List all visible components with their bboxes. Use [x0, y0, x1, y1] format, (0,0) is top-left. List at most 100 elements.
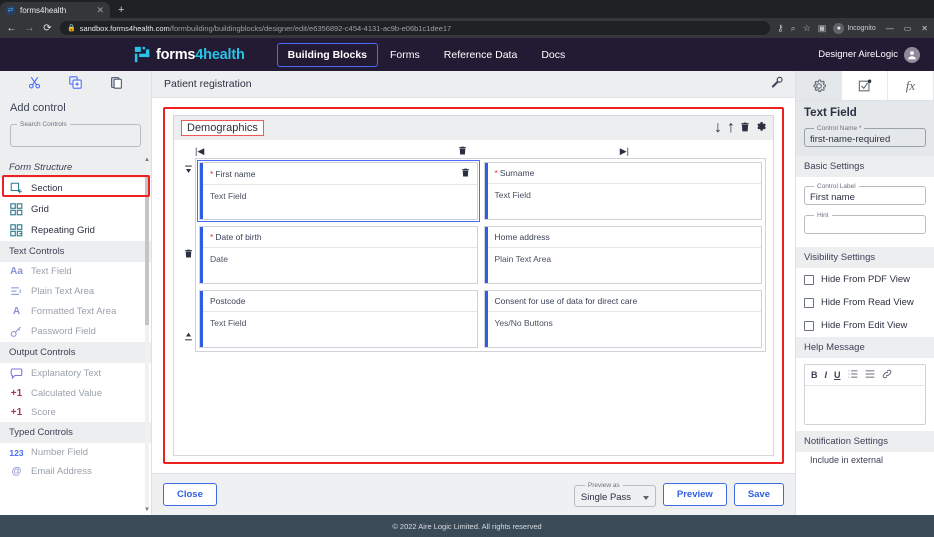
underline-icon[interactable]: U	[834, 370, 841, 380]
section-settings-icon[interactable]	[755, 119, 766, 137]
app-footer: © 2022 Aire Logic Limited. All rights re…	[0, 515, 934, 537]
forward-icon[interactable]: →	[24, 23, 35, 34]
bold-icon[interactable]: B	[811, 370, 818, 380]
checkbox-icon[interactable]	[804, 274, 814, 285]
tab-validation[interactable]	[842, 71, 888, 100]
move-up-icon[interactable]: ↑	[727, 119, 735, 137]
key-icon[interactable]: ⚷	[777, 23, 784, 34]
delete-row-icon[interactable]	[184, 245, 193, 263]
preview-button[interactable]: Preview	[662, 483, 727, 506]
help-message-editor[interactable]: B I U	[804, 364, 926, 425]
url-path: /formbuilding/buildingblocks/designer/ed…	[169, 23, 452, 33]
browser-tab[interactable]: ⇄ forms4health ✕	[0, 2, 110, 18]
cell-consent[interactable]: Consent for use of data for direct care …	[483, 290, 762, 348]
formatted-text-area-icon: A	[12, 306, 21, 317]
cut-icon[interactable]	[28, 76, 41, 94]
nav-item-docs[interactable]: Docs	[529, 44, 577, 66]
paste-icon[interactable]	[110, 76, 123, 94]
side-panel-icon[interactable]: ▣	[818, 23, 827, 34]
sidebar-item-password-field[interactable]: Password Field	[0, 321, 151, 342]
delete-control-icon[interactable]	[461, 168, 470, 179]
checkbox-hide-from-read-view[interactable]: Hide From Read View	[796, 291, 934, 314]
sidebar-item-explanatory-text[interactable]: Explanatory Text	[0, 363, 151, 384]
address-bar[interactable]: 🔒 sandbox.forms4health.com/formbuilding/…	[60, 21, 771, 35]
sidebar-scrollbar-thumb[interactable]	[145, 175, 149, 325]
delete-column-icon[interactable]	[458, 146, 467, 157]
application-window: ⇄ forms4health ✕ + ← → ⟳ 🔒 sandbox.forms…	[0, 0, 934, 537]
group-header-form-structure: Form Structure	[0, 157, 151, 178]
control-list[interactable]: Form Structure Section Grid Repeating Gr…	[0, 157, 151, 515]
cell-type: Text Field	[210, 191, 247, 201]
checkbox-icon[interactable]	[804, 297, 814, 308]
url-text: sandbox.forms4health.com/formbuilding/bu…	[80, 24, 452, 33]
italic-icon[interactable]: I	[825, 370, 828, 380]
back-icon[interactable]: ←	[6, 23, 17, 34]
zoom-icon[interactable]: ⌕	[791, 23, 796, 34]
sidebar-item-number-field[interactable]: 123 Number Field	[0, 443, 151, 462]
cell-surname[interactable]: * Surname Text Field	[483, 162, 762, 220]
checkbox-hide-from-pdf-view[interactable]: Hide From PDF View	[796, 268, 934, 291]
sidebar-item-label: Plain Text Area	[31, 286, 95, 297]
move-row-bottom-icon[interactable]	[184, 328, 193, 346]
control-name-field[interactable]: Control Name * first-name-required	[804, 125, 926, 147]
ordered-list-icon[interactable]	[848, 369, 858, 381]
nav-item-forms[interactable]: Forms	[378, 44, 432, 66]
reload-icon[interactable]: ⟳	[42, 23, 53, 34]
new-tab-icon[interactable]: +	[118, 4, 124, 16]
cell-first-name[interactable]: * First name Text Field	[197, 160, 480, 222]
search-input[interactable]	[11, 129, 140, 147]
chevron-down-icon[interactable]	[642, 495, 649, 500]
left-sidebar: Add control Search Controls Form Structu…	[0, 71, 152, 515]
sidebar-item-grid[interactable]: Grid	[0, 199, 151, 220]
preview-as-select[interactable]: Preview as Single Pass	[573, 482, 656, 507]
hint-field[interactable]: Hint	[804, 212, 926, 234]
sidebar-item-formatted-text-area[interactable]: A Formatted Text Area	[0, 302, 151, 321]
sidebar-item-plain-text-area[interactable]: Plain Text Area	[0, 281, 151, 302]
close-tab-icon[interactable]: ✕	[96, 5, 104, 15]
duplicate-icon[interactable]	[69, 75, 82, 94]
tab-settings[interactable]	[796, 71, 842, 100]
sidebar-item-section[interactable]: Section	[0, 178, 151, 199]
cell-date-of-birth[interactable]: * Date of birth Date	[199, 226, 478, 284]
nav-item-reference-data[interactable]: Reference Data	[432, 44, 530, 66]
close-button[interactable]: Close	[163, 483, 217, 506]
link-icon[interactable]	[882, 369, 892, 381]
sidebar-item-repeating-grid[interactable]: Repeating Grid	[0, 220, 151, 241]
unordered-list-icon[interactable]	[865, 369, 875, 381]
canvas-scroll[interactable]: Demographics ↓ ↑ |◀ ▶| * First name Text…	[152, 98, 795, 473]
delete-section-icon[interactable]	[740, 119, 750, 137]
move-row-top-icon[interactable]	[184, 161, 193, 179]
avatar[interactable]	[904, 46, 920, 63]
sidebar-item-email-address[interactable]: @ Email Address	[0, 462, 151, 481]
bookmark-star-icon[interactable]: ☆	[803, 23, 811, 34]
control-label-field[interactable]: Control Label First name	[804, 183, 926, 205]
user-menu[interactable]: Designer AireLogic	[818, 46, 920, 63]
brand-logo[interactable]: forms4health	[134, 46, 245, 63]
window-maximize-icon[interactable]: ▭	[904, 24, 912, 33]
help-message-input[interactable]	[805, 386, 925, 424]
sidebar-item-text-field[interactable]: Aa Text Field	[0, 262, 151, 281]
window-minimize-icon[interactable]: —	[886, 24, 894, 33]
sidebar-item-score[interactable]: +1 Score	[0, 403, 151, 422]
section-header: Demographics ↓ ↑	[174, 116, 773, 140]
move-column-left-icon[interactable]: |◀	[195, 146, 458, 157]
scroll-down-icon[interactable]: ▼	[144, 507, 150, 513]
checkbox-hide-from-edit-view[interactable]: Hide From Edit View	[796, 314, 934, 337]
canvas-highlight-box: Demographics ↓ ↑ |◀ ▶| * First name Text…	[163, 107, 784, 464]
section-name[interactable]: Demographics	[181, 120, 264, 136]
cell-home-address[interactable]: Home address Plain Text Area	[483, 226, 762, 284]
tab-expression[interactable]: fx	[888, 71, 934, 100]
move-down-icon[interactable]: ↓	[714, 119, 722, 137]
save-button[interactable]: Save	[733, 483, 784, 506]
cell-postcode[interactable]: Postcode Text Field	[199, 290, 478, 348]
checkbox-icon[interactable]	[804, 320, 814, 331]
move-column-right-icon[interactable]: ▶|	[467, 146, 766, 157]
window-close-icon[interactable]: ✕	[921, 24, 928, 33]
scroll-up-icon[interactable]: ▲	[144, 157, 150, 163]
section-demographics[interactable]: Demographics ↓ ↑ |◀ ▶| * First name Text…	[173, 115, 774, 456]
sidebar-item-calculated-value[interactable]: +1 Calculated Value	[0, 384, 151, 403]
search-controls-field[interactable]: Search Controls	[10, 121, 141, 147]
nav-item-building-blocks[interactable]: Building Blocks	[276, 42, 379, 67]
wrench-icon[interactable]	[771, 75, 783, 93]
incognito-indicator[interactable]: ● Incognito	[833, 22, 876, 34]
